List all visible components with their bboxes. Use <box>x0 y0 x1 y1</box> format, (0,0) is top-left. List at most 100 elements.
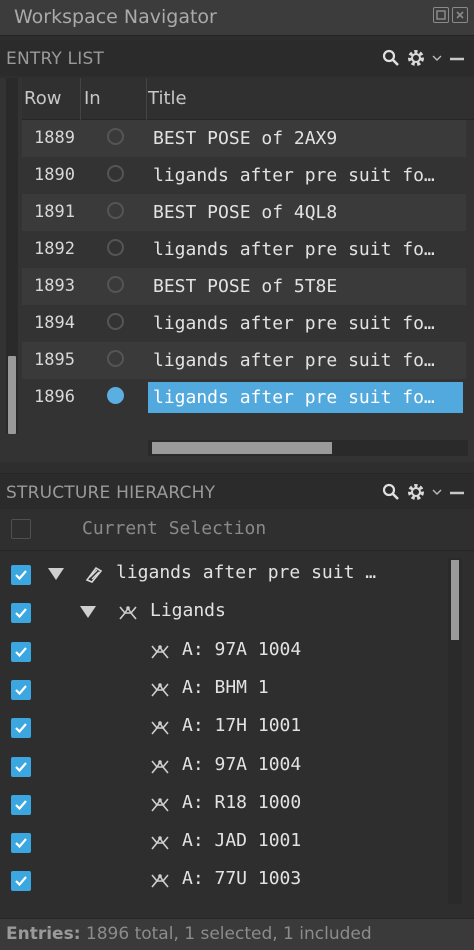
chevron-down-icon[interactable] <box>432 54 442 62</box>
tree-node[interactable]: A: 97A 1004 <box>0 748 450 786</box>
include-toggle[interactable] <box>107 387 124 404</box>
checkmark-icon <box>15 876 27 887</box>
current-selection-checkbox[interactable] <box>11 519 31 539</box>
expand-triangle-icon[interactable] <box>80 606 96 619</box>
window-title: Workspace Navigator <box>14 6 217 28</box>
node-checkbox[interactable] <box>11 794 31 815</box>
checkmark-icon <box>15 685 27 696</box>
include-toggle[interactable] <box>107 313 124 330</box>
entry-title: ligands after pre suit fo… <box>148 382 463 413</box>
ligand-icon <box>148 795 172 819</box>
table-row[interactable]: 1889 BEST POSE of 2AX9 <box>22 120 466 157</box>
node-checkbox[interactable] <box>11 718 31 739</box>
entry-title: ligands after pre suit fo… <box>153 350 435 371</box>
table-row[interactable]: 1890 ligands after pre suit fo… <box>22 157 466 194</box>
node-label: A: 17H 1001 <box>182 715 302 737</box>
column-header-title[interactable]: Title <box>148 88 187 109</box>
ligand-icon <box>148 833 172 857</box>
entry-title: ligands after pre suit fo… <box>153 239 435 260</box>
row-number: 1891 <box>34 202 75 222</box>
entry-list-scroll-thumb[interactable] <box>8 356 16 434</box>
ligand-icon <box>148 757 172 781</box>
entry-title: BEST POSE of 5T8E <box>153 276 338 297</box>
checkmark-icon <box>15 838 27 849</box>
gear-icon[interactable] <box>406 48 426 68</box>
tree-node[interactable]: A: R18 1000 <box>0 786 450 824</box>
tree-node[interactable]: ligands after pre suit … <box>0 556 450 594</box>
column-header-row[interactable]: Row <box>24 88 61 109</box>
table-row[interactable]: 1892 ligands after pre suit fo… <box>22 231 466 268</box>
include-toggle[interactable] <box>107 128 124 145</box>
node-label: Ligands <box>150 600 226 622</box>
current-selection-label: Current Selection <box>82 518 267 539</box>
checkmark-icon <box>15 570 27 581</box>
node-checkbox[interactable] <box>11 871 31 892</box>
structure-hierarchy-header: STRUCTURE HIERARCHY <box>0 473 474 509</box>
node-label: A: 77U 1003 <box>182 868 302 890</box>
include-toggle[interactable] <box>107 165 124 182</box>
include-toggle[interactable] <box>107 276 124 293</box>
entry-list-horizontal-scrollbar[interactable] <box>148 440 468 456</box>
table-row[interactable]: 1894 ligands after pre suit fo… <box>22 305 466 342</box>
chevron-down-icon[interactable] <box>432 488 442 496</box>
float-window-icon[interactable] <box>433 7 449 23</box>
include-toggle[interactable] <box>107 239 124 256</box>
ligand-icon <box>116 603 140 627</box>
tree-node[interactable]: A: 77U 1003 <box>0 862 450 900</box>
tree-node[interactable]: Ligands <box>0 594 450 632</box>
minimize-icon[interactable] <box>448 483 466 501</box>
checkmark-icon <box>15 723 27 734</box>
node-checkbox[interactable] <box>11 756 31 777</box>
row-number: 1894 <box>34 313 75 333</box>
node-checkbox[interactable] <box>11 603 31 624</box>
include-toggle[interactable] <box>107 350 124 367</box>
structure-tree: ligands after pre suit … Ligands A: 97A 10… <box>0 556 474 918</box>
node-label: A: JAD 1001 <box>182 830 302 852</box>
include-toggle[interactable] <box>107 202 124 219</box>
title-bar: Workspace Navigator <box>0 0 474 36</box>
node-checkbox[interactable] <box>11 833 31 854</box>
checkmark-icon <box>15 800 27 810</box>
minimize-icon[interactable] <box>448 49 466 67</box>
checkmark-icon <box>15 646 27 657</box>
expand-triangle-icon[interactable] <box>48 568 64 580</box>
entry-title: BEST POSE of 4QL8 <box>153 202 338 223</box>
row-number: 1890 <box>34 165 75 185</box>
status-text: 1896 total, 1 selected, 1 included <box>85 924 372 944</box>
table-row[interactable]: 1891 BEST POSE of 4QL8 <box>22 194 466 231</box>
table-row[interactable]: 1893 BEST POSE of 5T8E <box>22 268 466 305</box>
node-checkbox[interactable] <box>11 565 31 585</box>
node-checkbox[interactable] <box>11 641 31 662</box>
row-number: 1895 <box>34 350 75 370</box>
status-label: Entries: <box>6 924 81 944</box>
search-icon[interactable] <box>382 483 400 501</box>
ligand-icon <box>148 871 172 895</box>
table-row[interactable]: 1896 ligands after pre suit fo… <box>22 379 466 416</box>
tree-node[interactable]: A: JAD 1001 <box>0 824 450 862</box>
node-label: A: 97A 1004 <box>182 638 302 660</box>
entry-list-vertical-scrollbar[interactable] <box>6 78 18 434</box>
tree-node[interactable]: A: BHM 1 <box>0 671 450 709</box>
checkmark-icon <box>15 608 27 619</box>
horizontal-scroll-thumb[interactable] <box>152 442 332 454</box>
entry-list-header: ENTRY LIST <box>0 40 474 76</box>
search-icon[interactable] <box>382 49 400 67</box>
close-window-icon[interactable] <box>452 7 468 23</box>
entry-title: BEST POSE of 2AX9 <box>153 128 338 149</box>
column-header-in[interactable]: In <box>84 88 101 109</box>
tree-node[interactable]: A: 97A 1004 <box>0 633 450 671</box>
node-checkbox[interactable] <box>11 679 31 700</box>
structure-hierarchy-title: STRUCTURE HIERARCHY <box>6 483 216 503</box>
structure-tree-vertical-scrollbar[interactable] <box>448 558 462 904</box>
node-label: A: R18 1000 <box>182 791 302 813</box>
node-label: ligands after pre suit … <box>116 562 377 583</box>
entry-list-title: ENTRY LIST <box>6 49 105 69</box>
structure-tree-scroll-thumb[interactable] <box>451 560 459 640</box>
checkmark-icon <box>15 761 27 772</box>
table-row[interactable]: 1895 ligands after pre suit fo… <box>22 342 466 379</box>
tree-node[interactable]: A: 17H 1001 <box>0 709 450 747</box>
gear-icon[interactable] <box>406 482 426 502</box>
row-number: 1892 <box>34 239 75 259</box>
node-label: A: BHM 1 <box>182 676 269 698</box>
row-number: 1889 <box>34 128 75 148</box>
